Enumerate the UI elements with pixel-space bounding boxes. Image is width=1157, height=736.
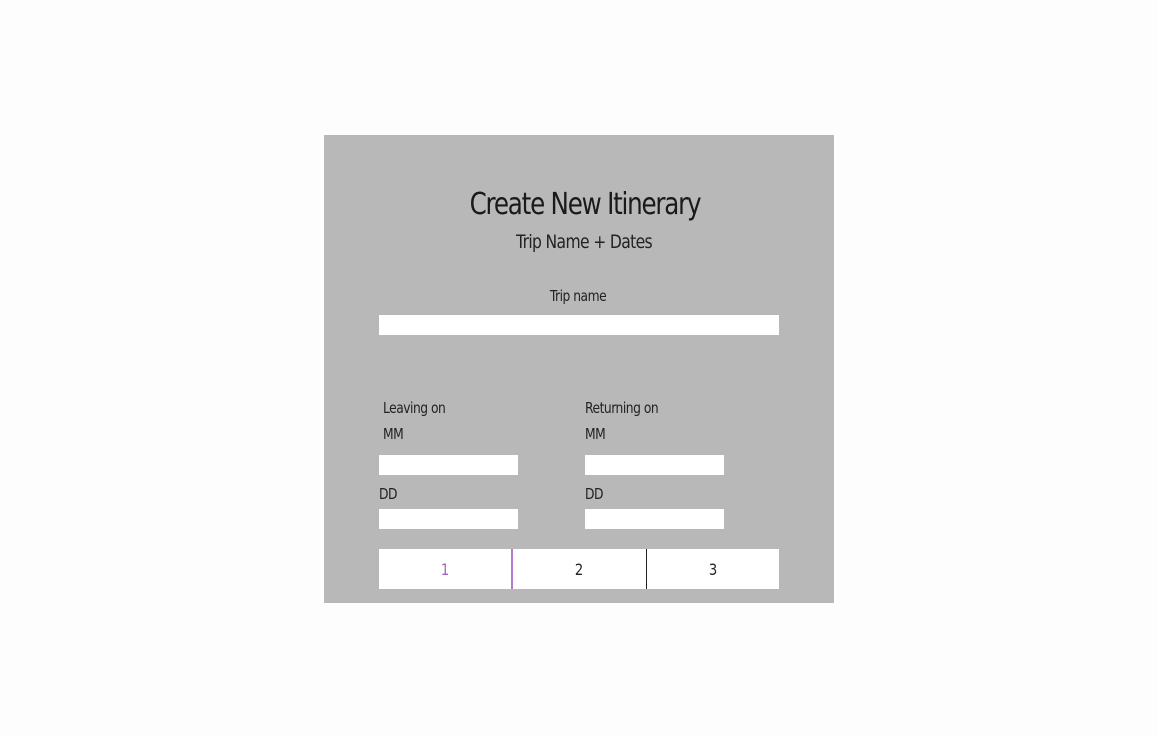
step-2-button[interactable]: 2 xyxy=(513,549,647,589)
page-subtitle: Trip Name + Dates xyxy=(516,231,653,253)
step-navigator: 1 2 3 xyxy=(379,549,779,589)
step-3-label: 3 xyxy=(708,559,717,579)
trip-name-label: Trip name xyxy=(549,287,607,305)
leaving-day-input[interactable] xyxy=(379,509,518,529)
returning-on-label: Returning on xyxy=(585,399,659,417)
leaving-month-label: MM xyxy=(383,425,404,443)
leaving-on-label: Leaving on xyxy=(383,399,446,417)
returning-day-input[interactable] xyxy=(585,509,724,529)
step-3-button[interactable]: 3 xyxy=(647,549,779,589)
returning-month-label: MM xyxy=(585,425,606,443)
step-1-button[interactable]: 1 xyxy=(379,549,514,589)
step-2-label: 2 xyxy=(575,559,584,579)
returning-month-input[interactable] xyxy=(585,455,724,475)
trip-name-input[interactable] xyxy=(379,315,779,335)
page-title: Create New Itinerary xyxy=(469,187,702,222)
leaving-day-label: DD xyxy=(379,485,397,503)
step-1-label: 1 xyxy=(440,559,450,579)
leaving-month-input[interactable] xyxy=(379,455,518,475)
create-itinerary-card: Create New Itinerary Trip Name + Dates T… xyxy=(324,135,834,603)
returning-day-label: DD xyxy=(585,485,603,503)
